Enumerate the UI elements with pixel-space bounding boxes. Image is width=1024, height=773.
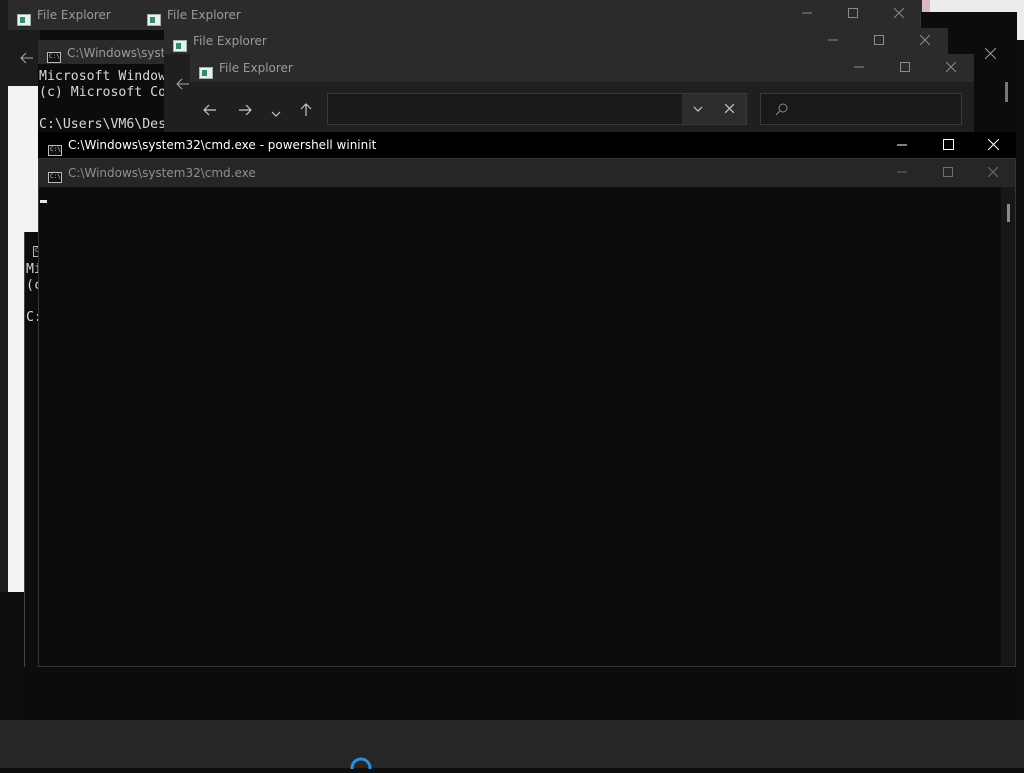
minimize-button[interactable] <box>810 35 856 45</box>
taskbar <box>0 720 1024 773</box>
maximize-icon <box>942 139 954 150</box>
window-title: File Explorer <box>219 61 293 75</box>
window-titlebar[interactable]: C:\Windows\system32\cmd.exe <box>39 159 1015 187</box>
close-button[interactable] <box>902 35 948 45</box>
forward-button[interactable] <box>237 102 253 121</box>
maximize-button[interactable] <box>925 139 971 150</box>
file-explorer-icon <box>173 39 187 52</box>
minimize-icon <box>854 66 864 68</box>
address-clear-button[interactable] <box>714 94 746 124</box>
maximize-icon <box>848 8 858 18</box>
scrollbar-thumb[interactable] <box>1005 82 1008 102</box>
maximize-button[interactable] <box>856 35 902 45</box>
window-title: C:\Windows\system32\cmd.exe - powershell… <box>68 138 377 152</box>
close-icon <box>894 8 904 18</box>
window-titlebar[interactable]: C:\Windows\system32\cmd.exe <box>38 40 255 64</box>
minimize-icon <box>828 39 838 41</box>
background-window-bottom <box>24 667 1016 720</box>
maximize-icon <box>900 62 910 72</box>
window-title: C:\Windows\system32\cmd.exe <box>68 166 256 180</box>
maximize-button[interactable] <box>882 62 928 72</box>
cmd-icon <box>47 52 61 63</box>
back-button[interactable] <box>202 102 218 121</box>
close-button[interactable] <box>984 44 997 63</box>
close-icon <box>987 139 999 150</box>
console-cursor <box>40 200 47 203</box>
minimize-button[interactable] <box>784 8 830 18</box>
close-button[interactable] <box>970 139 1016 150</box>
window-title: File Explorer <box>167 8 241 22</box>
search-icon <box>775 103 788 116</box>
file-explorer-icon <box>199 66 213 79</box>
scrollbar-thumb[interactable] <box>1007 204 1010 222</box>
close-icon <box>920 35 930 45</box>
scrollbar-track[interactable] <box>1001 187 1015 666</box>
close-icon <box>984 47 997 60</box>
file-explorer-window-back-2[interactable]: File Explorer <box>138 0 922 30</box>
window-title: File Explorer <box>193 34 267 48</box>
forward-arrow-icon <box>239 104 252 116</box>
window-titlebar[interactable]: File Explorer <box>164 28 948 54</box>
maximize-icon <box>943 167 953 177</box>
minimize-button[interactable] <box>879 140 925 150</box>
cortana-icon <box>350 757 372 773</box>
file-explorer-window-back-1[interactable]: File Explorer <box>8 0 148 30</box>
close-button[interactable] <box>970 167 1016 177</box>
address-dropdown-button[interactable] <box>682 94 714 124</box>
back-button[interactable] <box>20 50 34 69</box>
file-explorer-icon <box>17 13 31 26</box>
up-arrow-icon <box>300 103 312 116</box>
cmd-icon <box>48 145 62 156</box>
address-bar[interactable] <box>327 93 747 125</box>
back-arrow-icon <box>203 104 216 116</box>
cmd-window-back[interactable]: C:\Windows\system32\cmd.exe Microsoft Wi… <box>38 40 255 135</box>
search-input[interactable] <box>795 100 959 120</box>
cmd-window-powershell[interactable]: C:\Windows\system32\cmd.exe - powershell… <box>38 132 1016 158</box>
cmd-window-main[interactable]: C:\Windows\system32\cmd.exe <box>38 158 1016 667</box>
back-arrow-icon <box>20 52 33 64</box>
close-icon <box>988 167 998 177</box>
close-button[interactable] <box>928 62 974 72</box>
file-explorer-window-front[interactable]: File Explorer <box>190 54 974 134</box>
window-title: File Explorer <box>37 8 111 22</box>
cortana-button[interactable] <box>348 754 374 773</box>
minimize-icon <box>802 12 812 14</box>
minimize-button[interactable] <box>879 167 925 177</box>
chevron-down-icon <box>271 111 281 117</box>
close-icon <box>946 62 956 72</box>
window-titlebar[interactable]: File Explorer <box>190 54 974 82</box>
minimize-icon <box>897 171 907 173</box>
close-button[interactable] <box>876 8 922 18</box>
console-line: Microsoft Windows <box>39 69 174 84</box>
recent-locations-button[interactable] <box>270 104 282 123</box>
maximize-icon <box>874 35 884 45</box>
minimize-icon <box>897 144 907 146</box>
back-button[interactable] <box>176 76 190 95</box>
minimize-button[interactable] <box>836 62 882 72</box>
back-arrow-icon <box>176 78 189 90</box>
chevron-down-icon <box>693 106 703 112</box>
close-icon <box>725 104 734 113</box>
search-box[interactable] <box>760 93 962 125</box>
maximize-button[interactable] <box>830 8 876 18</box>
file-explorer-icon <box>147 13 161 26</box>
maximize-button[interactable] <box>925 167 971 177</box>
up-button[interactable] <box>299 102 313 121</box>
cmd-icon <box>48 172 62 183</box>
